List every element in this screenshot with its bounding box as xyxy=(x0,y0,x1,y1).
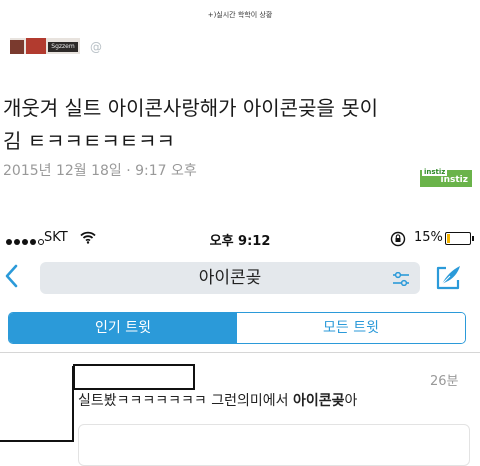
rotation-lock-icon xyxy=(390,231,406,251)
battery-icon xyxy=(445,232,474,245)
media-card[interactable] xyxy=(78,424,470,466)
avatar-block xyxy=(10,40,24,54)
tweet-timestamp: 26분 xyxy=(430,374,459,389)
tab-top-tweets[interactable]: 인기 트윗 xyxy=(9,313,237,343)
watermark-large: instiz xyxy=(440,175,468,185)
avatar[interactable]: Sgzzem xyxy=(10,38,80,54)
tweet-text-line1: 개웃겨 실트 아이콘사랑해가 아이콘곶을 못이 xyxy=(3,96,379,120)
result-tweet-text: 실트봤ㅋㅋㅋㅋㅋㅋㅋ 그런의미에서 아이콘곶아 xyxy=(78,390,357,410)
chevron-left-icon[interactable] xyxy=(4,264,18,294)
tweet-handle[interactable]: @ xyxy=(90,40,102,54)
timeline-tabs: 인기 트윗 모든 트윗 xyxy=(8,312,466,344)
tab-all-tweets[interactable]: 모든 트윗 xyxy=(237,313,465,343)
compose-feather-icon[interactable] xyxy=(434,264,462,296)
search-input[interactable]: 아이콘곶 xyxy=(40,262,420,294)
battery-nub xyxy=(472,236,474,241)
result-text-part: 아 xyxy=(344,393,358,409)
divider xyxy=(0,352,480,353)
censored-avatar[interactable] xyxy=(0,366,74,442)
search-query: 아이콘곶 xyxy=(198,268,262,288)
battery-fill xyxy=(447,234,450,243)
top-caption: +)실시간 학학이 상황 xyxy=(207,11,273,19)
tweet-text: 개웃겨 실트 아이콘사랑해가 아이콘곶을 못이 김 ㅌㅋㅋㅌㅋㅌㅋㅋ xyxy=(3,92,473,158)
nav-bar: 아이콘곶 xyxy=(0,258,480,298)
result-text-highlight: 아이콘곶 xyxy=(292,393,345,409)
status-time: 오후 9:12 xyxy=(209,234,271,249)
instiz-watermark: instiz instiz xyxy=(420,168,472,187)
tweet-text-line2: 김 ㅌㅋㅋㅌㅋㅌㅋㅋ xyxy=(3,129,175,153)
avatar-block xyxy=(26,38,46,54)
censored-username[interactable] xyxy=(73,364,195,390)
battery-percent: 15% xyxy=(414,230,443,245)
avatar-label: Sgzzem xyxy=(48,42,78,52)
sliders-icon[interactable] xyxy=(392,271,410,290)
status-bar: SKT 오후 9:12 15% xyxy=(0,230,480,252)
tweet-date: 2015년 12월 18일 · 9:17 오후 xyxy=(3,163,197,179)
result-text-part: 실트봤ㅋㅋㅋㅋㅋㅋㅋ 그런의미에서 xyxy=(78,393,293,409)
